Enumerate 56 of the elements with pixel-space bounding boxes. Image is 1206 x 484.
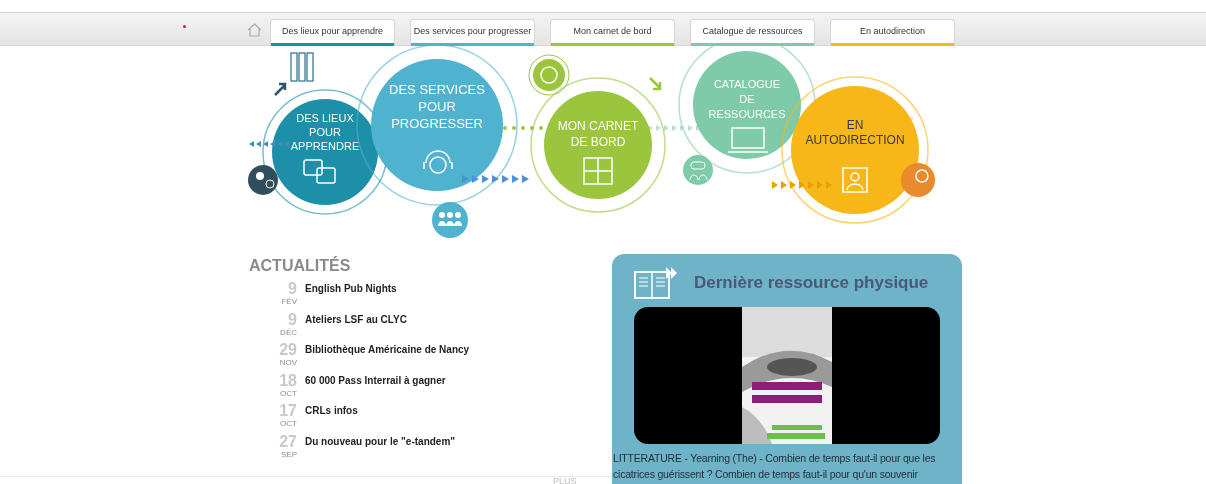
date-month: NOV — [279, 358, 297, 368]
arrow-icon — [648, 76, 662, 91]
category-circle[interactable] — [693, 51, 801, 159]
news-link[interactable]: 60 000 Pass Interrail à gagner — [305, 373, 446, 388]
circle-label: APPRENDRE — [290, 140, 360, 152]
circle-label: POUR — [309, 126, 341, 138]
card-title: Dernière ressource physique — [694, 272, 929, 295]
news-link[interactable]: Ateliers LSF au CLYC — [305, 312, 407, 327]
circle-label: MON CARNET — [557, 119, 639, 133]
circle-label: POUR — [418, 99, 456, 114]
arrow-chevrons — [772, 181, 832, 189]
news-link[interactable]: Bibliothèque Américaine de Nancy — [305, 343, 470, 357]
arrow-chevrons — [249, 141, 289, 147]
chat-people-icon — [683, 155, 713, 185]
category-circle[interactable] — [544, 91, 652, 199]
circle-label: PROGRESSER — [391, 116, 483, 131]
circle-label: DE BORD — [570, 135, 626, 149]
arrow-chevrons — [462, 175, 529, 183]
news-link[interactable]: Du nouveau pour le "e-tandem" — [305, 434, 456, 449]
circle-label: DES LIEUX — [296, 112, 354, 124]
headset-icon — [423, 150, 453, 174]
nav-tab[interactable]: Catalogue de ressources — [690, 19, 815, 46]
date-month: OCT — [280, 419, 297, 429]
circle-label: DE — [739, 93, 755, 105]
books-icon — [290, 52, 314, 82]
nav-tab[interactable]: Des lieux pour apprendre — [270, 19, 395, 46]
home-icon[interactable] — [247, 23, 262, 37]
date-month: SEP — [281, 449, 297, 460]
person-globe-icon — [248, 165, 278, 195]
puzzle-icon — [583, 157, 613, 185]
circle-label: EN — [846, 118, 864, 132]
group-icon — [432, 202, 468, 238]
category-circle[interactable] — [791, 86, 919, 214]
nav-tab[interactable]: Des services pour progresser — [410, 19, 535, 46]
date-month: FÉV — [281, 297, 297, 307]
date-month: OCT — [280, 388, 297, 399]
translate-icon — [303, 159, 336, 184]
category-circle[interactable] — [371, 59, 503, 191]
laptop-chat-icon — [727, 127, 769, 153]
circle-label: RESSOURCES — [708, 108, 786, 120]
news-link[interactable]: CRLs infos — [305, 404, 358, 418]
news-link[interactable]: English Pub Nights — [305, 282, 397, 296]
nav-tab[interactable]: En autodirection — [830, 19, 955, 46]
person-screen-icon — [842, 167, 868, 193]
book-icon — [634, 267, 678, 299]
category-circle[interactable] — [272, 99, 378, 205]
hand-globe-icon — [901, 163, 935, 197]
date-month: DÉC — [280, 327, 297, 338]
globe-icon — [528, 54, 570, 96]
section-heading: ACTUALITÉS — [249, 257, 352, 275]
description-text: LITTERATURE - Yearning (The) - Combien de temps faut-il pour que les cicatrices guérissent ? Combien de temps faut-il pour qu'un souvenir — [613, 451, 937, 482]
circle-label: DES SERVICES — [389, 82, 485, 97]
circle-label: CATALOGUE — [713, 78, 781, 90]
nav-tab[interactable]: Mon carnet de bord — [550, 19, 675, 46]
arrow-icon — [273, 82, 287, 97]
circle-label: AUTODIRECTION — [805, 133, 905, 147]
